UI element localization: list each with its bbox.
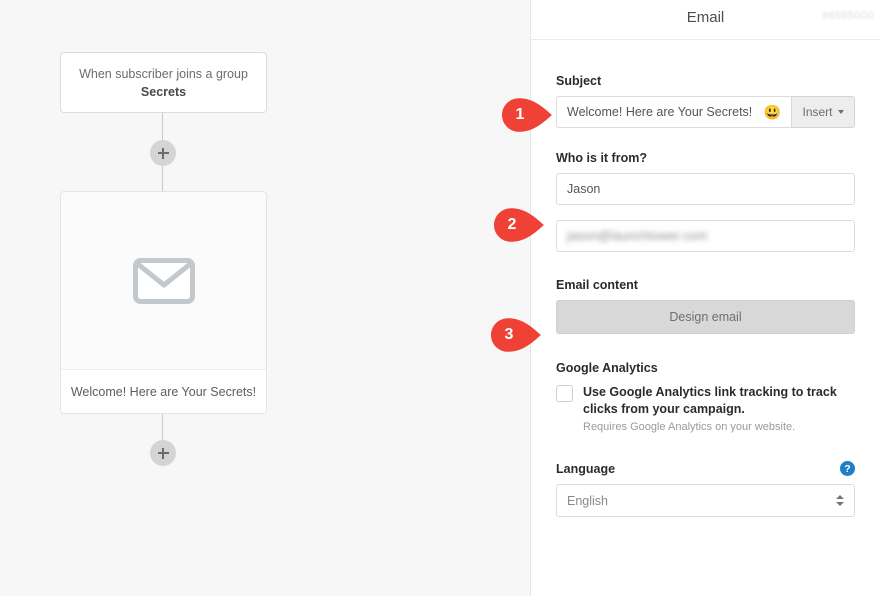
callout-marker-2-number: 2 [498,207,526,243]
campaign-id: #8585000 [822,10,874,22]
trigger-card-title: When subscriber joins a group [79,65,248,83]
language-select[interactable]: English [556,484,855,517]
callout-marker-1-number: 1 [506,97,534,133]
subject-label: Subject [556,74,855,88]
email-content-section: Email content Design email [556,278,855,334]
google-analytics-checkbox-label: Use Google Analytics link tracking to tr… [583,384,855,418]
select-spinner-icon [836,495,844,506]
panel-header: Email #8585000 [531,0,880,40]
google-analytics-row: Use Google Analytics link tracking to tr… [556,384,855,433]
language-select-value: English [567,494,836,508]
panel-body: Subject Welcome! Here are Your Secrets! … [531,74,880,517]
insert-button[interactable]: Insert [791,96,855,128]
trigger-card[interactable]: When subscriber joins a group Secrets [60,52,267,113]
smiley-face-icon[interactable]: 😃 [764,105,781,119]
envelope-icon [133,258,195,304]
google-analytics-label: Google Analytics [556,361,855,375]
google-analytics-hint: Requires Google Analytics on your websit… [583,421,855,433]
language-header: Language ? [556,461,855,476]
subject-input[interactable]: Welcome! Here are Your Secrets! 😃 [556,96,791,128]
email-step-card[interactable]: Welcome! Here are Your Secrets! [60,191,267,414]
from-name-input[interactable]: Jason [556,173,855,205]
design-email-button-label: Design email [669,310,741,324]
language-label: Language [556,462,615,476]
email-step-card-footer: Welcome! Here are Your Secrets! [61,369,266,414]
callout-marker-2: 2 [489,207,545,243]
add-step-button-bottom[interactable] [150,440,176,466]
add-step-button-top[interactable] [150,140,176,166]
email-step-card-body [61,192,266,369]
workflow-flow: When subscriber joins a group Secrets We… [0,0,531,596]
email-settings-panel: Email #8585000 Subject Welcome! Here are… [531,0,880,596]
from-name-value: Jason [567,182,844,196]
callout-marker-3-number: 3 [495,317,523,353]
subject-input-value: Welcome! Here are Your Secrets! [567,105,758,119]
subject-section: Subject Welcome! Here are Your Secrets! … [556,74,855,128]
email-step-subject-preview: Welcome! Here are Your Secrets! [71,385,256,399]
language-section: Language ? English [556,461,855,517]
insert-button-label: Insert [802,105,832,119]
callout-marker-1: 1 [497,97,553,133]
callout-marker-3: 3 [486,317,542,353]
google-analytics-checkbox[interactable] [556,385,573,402]
design-email-button[interactable]: Design email [556,300,855,334]
workflow-canvas: When subscriber joins a group Secrets We… [0,0,531,596]
from-email-input[interactable]: jason@launchtower.com [556,220,855,252]
from-section: Who is it from? Jason jason@launchtower.… [556,151,855,252]
google-analytics-texts: Use Google Analytics link tracking to tr… [583,384,855,433]
trigger-card-group: Secrets [141,83,186,101]
email-content-label: Email content [556,278,855,292]
chevron-down-icon [838,110,844,114]
help-icon[interactable]: ? [840,461,855,476]
google-analytics-section: Google Analytics Use Google Analytics li… [556,361,855,433]
from-label: Who is it from? [556,151,855,165]
from-email-value: jason@launchtower.com [567,229,844,243]
subject-input-row: Welcome! Here are Your Secrets! 😃 Insert [556,96,855,128]
